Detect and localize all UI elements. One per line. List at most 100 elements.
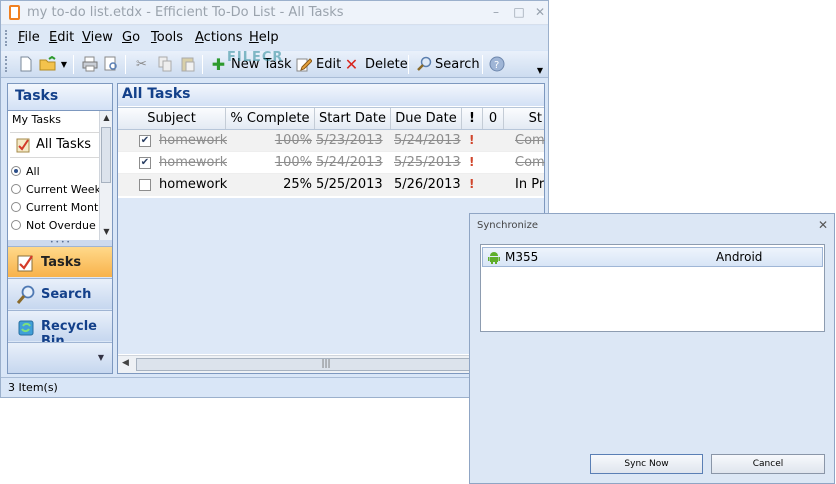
cell-status: Com <box>515 133 545 148</box>
sync-now-button[interactable]: Sync Now <box>590 454 703 474</box>
filter-label: Current Month <box>26 201 99 214</box>
cell-status: Com <box>515 155 545 170</box>
cell-due: 5/26/2013 <box>394 177 461 192</box>
nav-tasks-button[interactable]: Tasks <box>8 246 112 277</box>
cell-complete: 25% <box>283 177 312 192</box>
dialog-title: Synchronize <box>477 220 538 231</box>
filter-current-week[interactable]: Current Week <box>11 183 99 196</box>
filter-label: Not Overdue <box>26 219 96 232</box>
nav-overflow[interactable]: ▼ <box>8 342 112 373</box>
device-row[interactable]: M355 Android <box>482 247 823 267</box>
menu-bar: File Edit View Go Tools Actions Help <box>1 26 548 50</box>
menu-help[interactable]: Help <box>249 30 279 45</box>
column-priority[interactable]: ! <box>462 108 483 129</box>
menu-actions[interactable]: Actions <box>195 30 243 45</box>
close-button[interactable]: ✕ <box>529 4 551 21</box>
paste-icon[interactable] <box>179 56 196 73</box>
all-tasks-label: All Tasks <box>36 137 92 152</box>
new-file-icon[interactable] <box>17 56 34 73</box>
sidebar: Tasks My Tasks All Tasks All Current Wee… <box>7 83 113 374</box>
delete-x-icon[interactable]: ✕ <box>343 56 360 73</box>
delete-button[interactable]: Delete <box>365 57 408 72</box>
filter-label: Current Week <box>26 183 99 196</box>
filter-current-month[interactable]: Current Month <box>11 201 99 214</box>
toolbar-separator <box>482 55 483 74</box>
filter-all[interactable]: All <box>11 165 99 178</box>
nav-tasks-label: Tasks <box>41 255 82 270</box>
task-checkbox[interactable] <box>139 179 151 191</box>
edit-pencil-icon[interactable] <box>295 56 313 73</box>
device-name: M355 <box>505 250 539 264</box>
plus-icon[interactable]: ✚ <box>210 56 227 73</box>
window-title: my to-do list.etdx - Efficient To-Do Lis… <box>27 5 344 20</box>
column-status[interactable]: St <box>504 108 544 129</box>
nav-recycle-bin-button[interactable]: Recycle Bin <box>8 310 112 349</box>
scroll-left-icon[interactable]: ◀ <box>122 358 129 368</box>
maximize-button[interactable]: □ <box>508 4 530 21</box>
open-folder-icon[interactable] <box>39 55 56 73</box>
task-checkbox[interactable]: ✔ <box>139 135 151 147</box>
cell-due: 5/24/2013 <box>394 133 461 148</box>
menu-edit[interactable]: Edit <box>49 30 74 45</box>
status-bar: 3 Item(s) <box>1 377 548 397</box>
table-row[interactable]: homework 25% 5/25/2013 5/26/2013 ! In Pr <box>118 174 544 196</box>
radio-button[interactable] <box>11 220 21 230</box>
toolbar-separator <box>73 55 74 74</box>
cell-subject: homework <box>159 155 228 170</box>
chevron-down-icon[interactable]: ▼ <box>59 56 69 73</box>
column-start-date[interactable]: Start Date <box>315 108 391 129</box>
radio-button[interactable] <box>11 184 21 194</box>
menu-tools[interactable]: Tools <box>151 30 183 45</box>
menu-grip <box>5 30 7 46</box>
sidebar-scrollbar[interactable]: ▲ ▼ <box>99 111 112 241</box>
tasks-checkmark-icon <box>16 253 36 273</box>
chevron-down-icon[interactable]: ▼ <box>98 353 104 362</box>
help-icon[interactable]: ? <box>488 56 505 73</box>
search-button[interactable]: Search <box>435 57 480 72</box>
minimize-button[interactable]: – <box>485 4 507 21</box>
column-subject[interactable]: Subject <box>118 108 226 129</box>
toolbar-grip <box>5 56 7 72</box>
column-attachment[interactable]: 0 <box>483 108 504 129</box>
priority-flag-icon: ! <box>469 177 475 191</box>
toolbar-separator <box>408 55 409 74</box>
menu-go[interactable]: Go <box>122 30 140 45</box>
cell-due: 5/25/2013 <box>394 155 461 170</box>
cell-complete: 100% <box>274 133 312 148</box>
android-icon <box>488 251 500 264</box>
sidebar-task-list: My Tasks All Tasks All Current Week Curr… <box>8 110 112 241</box>
task-checkbox[interactable]: ✔ <box>139 157 151 169</box>
title-bar: my to-do list.etdx - Efficient To-Do Lis… <box>1 1 548 25</box>
scroll-down-icon[interactable]: ▼ <box>101 227 112 236</box>
nav-search-button[interactable]: Search <box>8 278 112 309</box>
dialog-close-button[interactable]: ✕ <box>818 218 828 232</box>
toolbar-overflow-icon[interactable]: ▼ <box>535 62 545 79</box>
grid-header: Subject % Complete Start Date Due Date !… <box>118 107 544 130</box>
cut-icon[interactable]: ✂ <box>133 56 150 73</box>
radio-button[interactable] <box>11 202 21 212</box>
edit-button[interactable]: Edit <box>316 57 341 72</box>
sidebar-item-all-tasks[interactable]: All Tasks <box>10 132 99 158</box>
my-tasks-label: My Tasks <box>12 113 61 126</box>
column-percent-complete[interactable]: % Complete <box>226 108 315 129</box>
cancel-button[interactable]: Cancel <box>711 454 825 474</box>
search-icon[interactable] <box>415 56 432 73</box>
priority-flag-icon: ! <box>469 155 475 169</box>
cell-start: 5/24/2013 <box>316 155 383 170</box>
column-due-date[interactable]: Due Date <box>391 108 462 129</box>
scroll-thumb[interactable] <box>101 127 111 183</box>
print-preview-icon[interactable] <box>102 56 119 73</box>
filter-not-overdue[interactable]: Not Overdue <box>11 219 99 232</box>
table-row[interactable]: ✔ homework 100% 5/24/2013 5/25/2013 ! Co… <box>118 152 545 174</box>
table-row[interactable]: ✔ homework 100% 5/23/2013 5/24/2013 ! Co… <box>118 130 545 152</box>
menu-file[interactable]: File <box>18 30 40 45</box>
copy-icon[interactable] <box>156 56 173 73</box>
scroll-up-icon[interactable]: ▲ <box>101 113 112 122</box>
cell-complete: 100% <box>274 155 312 170</box>
cell-subject: homework <box>159 177 228 192</box>
device-list: M355 Android <box>480 244 825 332</box>
menu-view[interactable]: View <box>82 30 113 45</box>
print-icon[interactable] <box>81 56 98 73</box>
scroll-thumb[interactable]: ||| <box>136 358 516 371</box>
radio-button[interactable] <box>11 166 21 176</box>
